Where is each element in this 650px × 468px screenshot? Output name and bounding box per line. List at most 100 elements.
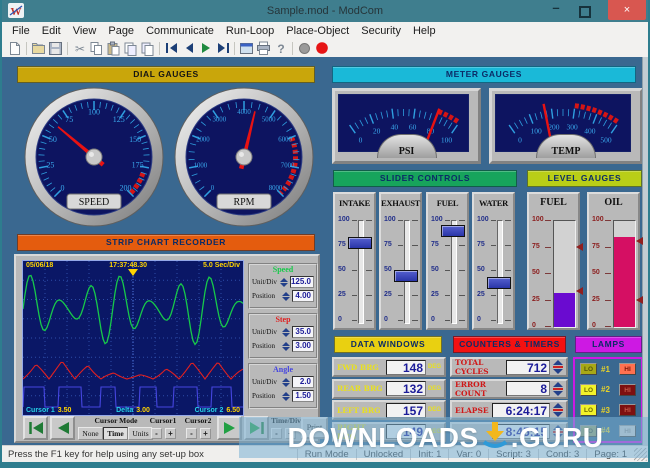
chart-first-button[interactable]	[23, 416, 48, 440]
menu-item-view[interactable]: View	[67, 23, 103, 39]
unitdiv-label: Unit/Div	[252, 278, 278, 286]
watermark-text-right: .GURU	[511, 422, 604, 454]
level-gauges-header: LEVEL GAUGES	[527, 170, 642, 187]
chart-cursor-marker-icon[interactable]	[128, 269, 138, 276]
level-setpoint-marker[interactable]	[576, 243, 583, 251]
position-spinner[interactable]	[282, 392, 290, 401]
level-setpoint-marker[interactable]	[636, 237, 643, 245]
svg-text:6000: 6000	[278, 137, 292, 144]
slider-handle-water[interactable]	[487, 277, 511, 289]
position-value[interactable]: 4.00	[292, 290, 314, 302]
cursor-mode-units[interactable]: Units	[128, 427, 153, 440]
menu-item-file[interactable]: File	[6, 23, 36, 39]
lamp-number: #2	[601, 385, 615, 394]
paste-icon[interactable]	[105, 40, 122, 56]
play-icon[interactable]	[197, 40, 214, 56]
maximize-button[interactable]	[572, 0, 596, 20]
cursor-mode-none[interactable]: None	[78, 427, 103, 440]
paste-page-icon[interactable]	[139, 40, 156, 56]
lamp-lo-1[interactable]: LO	[580, 363, 597, 375]
cut-icon[interactable]: ✂	[71, 40, 88, 56]
svg-text:RPM: RPM	[233, 197, 254, 208]
first-icon[interactable]	[163, 40, 180, 56]
lamp-hi-3[interactable]: HI	[619, 404, 636, 416]
counter-row: TOTAL CYCLES 712	[450, 357, 568, 377]
unitdiv-value[interactable]: 35.0	[292, 326, 314, 338]
chart-cursor-readouts: Cursor 13.50 Delta3.00 Cursor 26.50	[26, 407, 240, 414]
watermark-overlay: DOWNLOADS .GURU	[239, 417, 650, 458]
menu-item-edit[interactable]: Edit	[36, 23, 67, 39]
cursor1-label: Cursor1	[146, 416, 180, 425]
cursor2-plus-button[interactable]: +	[200, 428, 211, 439]
cursor1-plus-button[interactable]: +	[165, 428, 176, 439]
cursor-mode-time[interactable]: Time	[103, 427, 128, 440]
unitdiv-spinner[interactable]	[280, 278, 288, 287]
toolbar-separator	[292, 42, 293, 55]
menu-bar: FileEditViewPageCommunicateRun-LoopPlace…	[2, 22, 648, 40]
data-window-value: 157	[386, 403, 426, 418]
slider-scale-label: 25	[384, 291, 392, 298]
counter-spinner[interactable]	[552, 360, 563, 374]
slider-tick	[445, 220, 450, 221]
open-icon[interactable]	[30, 40, 47, 56]
menu-item-page[interactable]: Page	[102, 23, 140, 39]
svg-text:7000: 7000	[281, 162, 295, 169]
prev-icon[interactable]	[180, 40, 197, 56]
level-setpoint-marker[interactable]	[576, 287, 583, 295]
cursor2-readout-label: Cursor 2	[195, 407, 224, 414]
channel-name: Step	[250, 315, 316, 325]
position-value[interactable]: 3.00	[292, 340, 314, 352]
menu-item-communicate[interactable]: Communicate	[140, 23, 220, 39]
position-spinner[interactable]	[282, 342, 290, 351]
unitdiv-spinner[interactable]	[282, 328, 290, 337]
slider-scale-label: 75	[431, 241, 439, 248]
cursor2-minus-button[interactable]: -	[186, 428, 197, 439]
chart-back-button[interactable]	[50, 416, 75, 440]
copy-icon[interactable]	[88, 40, 105, 56]
menu-item-placeobject[interactable]: Place-Object	[280, 23, 355, 39]
lamp-hi-1[interactable]: HI	[619, 363, 636, 375]
last-icon[interactable]	[214, 40, 231, 56]
level-setpoint-marker[interactable]	[636, 296, 643, 304]
counter-spinner[interactable]	[552, 382, 563, 396]
preview-icon[interactable]	[238, 40, 255, 56]
slider-handle-fuel[interactable]	[441, 225, 465, 237]
svg-text:3000: 3000	[213, 117, 227, 124]
copy-page-icon[interactable]	[122, 40, 139, 56]
save-icon[interactable]	[47, 40, 64, 56]
slider-handle-intake[interactable]	[348, 237, 372, 249]
unitdiv-value[interactable]: 125.0	[290, 276, 314, 288]
unitdiv-spinner[interactable]	[282, 378, 290, 387]
menu-item-security[interactable]: Security	[355, 23, 407, 39]
position-value[interactable]: 1.50	[292, 390, 314, 402]
lamp-lo-2[interactable]: LO	[580, 384, 597, 396]
data-window-unit: DEG	[428, 407, 441, 413]
minimize-button[interactable]: –	[544, 0, 568, 20]
print-icon[interactable]	[255, 40, 272, 56]
lamp-lo-3[interactable]: LO	[580, 404, 597, 416]
counter-spinner[interactable]	[552, 403, 563, 417]
menu-item-help[interactable]: Help	[407, 23, 442, 39]
level-tick	[545, 273, 551, 274]
position-spinner[interactable]	[282, 292, 290, 301]
svg-text:100: 100	[441, 135, 453, 144]
close-button[interactable]: ×	[608, 0, 646, 20]
counter-label: ELAPSE	[455, 406, 490, 415]
menu-item-runloop[interactable]: Run-Loop	[220, 23, 280, 39]
record-on-icon[interactable]	[313, 40, 330, 56]
window-frame-bottom	[2, 462, 648, 468]
unitdiv-value[interactable]: 2.0	[292, 376, 314, 388]
level-scale-label: 25	[532, 296, 540, 303]
help-icon[interactable]: ?	[272, 40, 289, 56]
svg-text:500: 500	[600, 135, 612, 144]
cursor1-minus-button[interactable]: -	[151, 428, 162, 439]
level-tick	[545, 247, 551, 248]
svg-text:40: 40	[391, 122, 399, 131]
record-off-icon[interactable]	[296, 40, 313, 56]
data-window-unit: DEG	[428, 386, 441, 392]
lamp-hi-2[interactable]: HI	[619, 384, 636, 396]
new-icon[interactable]	[6, 40, 23, 56]
delta-readout-label: Delta	[116, 407, 133, 414]
slider-handle-exhaust[interactable]	[394, 270, 418, 282]
slider-tick	[366, 320, 372, 321]
